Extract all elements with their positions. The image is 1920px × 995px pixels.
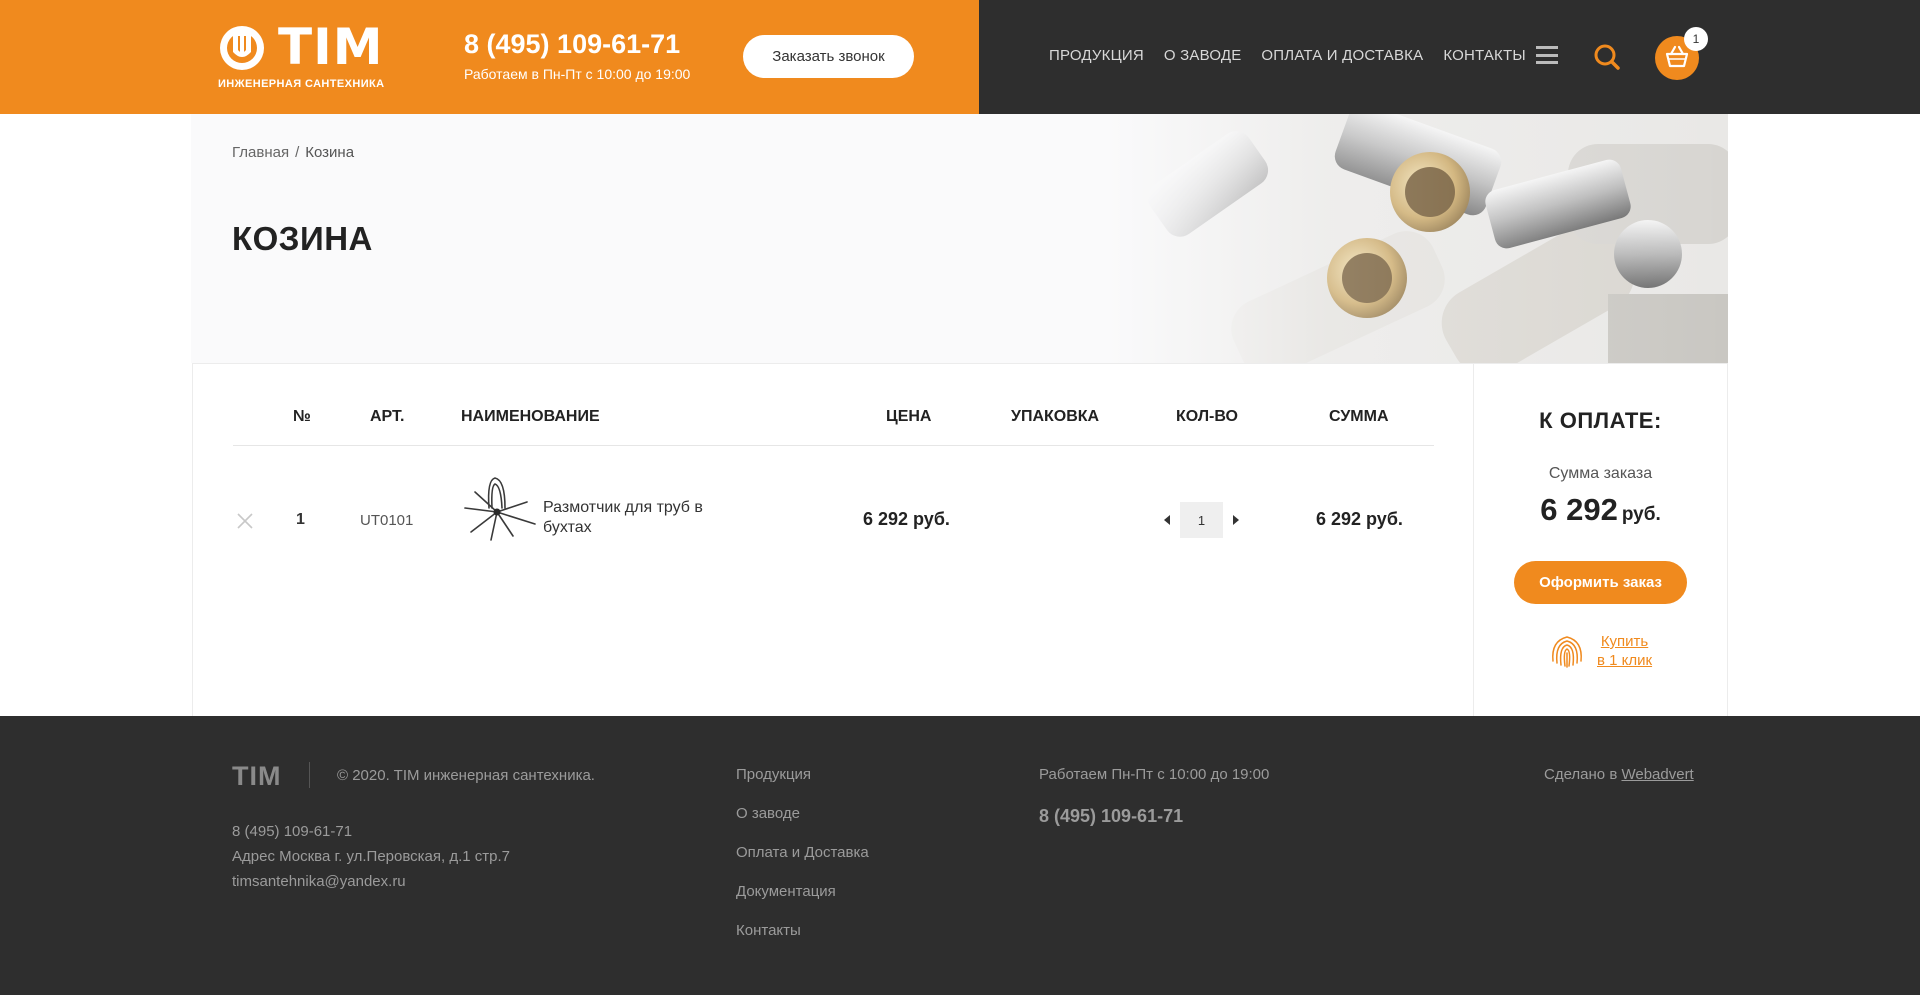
nav-item-about[interactable]: О ЗАВОДЕ: [1164, 47, 1242, 64]
row-product-name-line2: бухтах: [543, 519, 592, 536]
quantity-stepper: [1159, 502, 1244, 538]
col-header-article: АРТ.: [370, 408, 405, 425]
logo-text: TIM: [278, 18, 384, 76]
breadcrumb-home-link[interactable]: Главная: [232, 144, 289, 161]
col-header-number: №: [293, 408, 311, 425]
request-call-button[interactable]: Заказать звонок: [743, 35, 914, 78]
remove-item-icon[interactable]: [236, 512, 254, 530]
buy-one-click-link[interactable]: Купить в 1 клик: [1597, 632, 1652, 670]
site-footer: TIM © 2020. TIM инженерная сантехника. 8…: [0, 716, 1920, 995]
cart-count-badge: 1: [1684, 27, 1708, 51]
logo-mark-icon: [220, 26, 264, 70]
page-hero: Главная / Козина КОЗИНА: [191, 114, 1728, 363]
footer-email[interactable]: timsantehnika@yandex.ru: [232, 869, 510, 894]
col-header-sum: СУММА: [1329, 408, 1389, 425]
search-icon[interactable]: [1592, 42, 1622, 72]
col-header-package: УПАКОВКА: [1011, 408, 1100, 425]
product-thumbnail[interactable]: [461, 474, 537, 544]
row-article: UT0101: [360, 512, 414, 529]
footer-copyright: © 2020. TIM инженерная сантехника.: [337, 767, 595, 784]
row-sum: 6 292 руб.: [1316, 509, 1403, 529]
nav-item-contacts[interactable]: КОНТАКТЫ: [1443, 47, 1526, 64]
footer-phone[interactable]: 8 (495) 109-61-71: [232, 819, 510, 844]
arrow-left-icon: [1164, 515, 1170, 525]
nav-item-products[interactable]: ПРОДУКЦИЯ: [1049, 47, 1144, 64]
summary-amount: 6 292 руб.: [1474, 492, 1727, 528]
cart-table: № АРТ. НАИМЕНОВАНИЕ ЦЕНА УПАКОВКА КОЛ-ВО…: [192, 363, 1473, 716]
page-title: КОЗИНА: [232, 220, 373, 257]
footer-link-products[interactable]: Продукция: [736, 766, 869, 805]
col-header-quantity: КОЛ-ВО: [1176, 408, 1238, 425]
footer-made-by: Сделано в Webadvert: [1544, 766, 1694, 783]
summary-label: Сумма заказа: [1548, 465, 1653, 482]
header-hours: Работаем в Пн-Пт с 10:00 до 19:00: [464, 66, 691, 82]
footer-address: Адрес Москва г. ул.Перовская, д.1 стр.7: [232, 848, 511, 865]
arrow-right-icon: [1233, 515, 1239, 525]
footer-contacts: 8 (495) 109-61-71 Адрес Москва г. ул.Пер…: [232, 819, 510, 894]
row-product-name-line1: Размотчик для труб в: [543, 499, 703, 516]
row-number: 1: [296, 511, 305, 528]
footer-logo[interactable]: TIM: [232, 761, 282, 792]
table-header-divider: [233, 445, 1434, 446]
footer-hours: Работаем Пн-Пт с 10:00 до 19:00: [1039, 766, 1270, 783]
summary-title: К ОПЛАТЕ:: [1539, 408, 1662, 433]
site-logo[interactable]: TIM ИНЖЕНЕРНАЯ САНТЕХНИКА: [218, 18, 388, 90]
col-header-name: НАИМЕНОВАНИЕ: [461, 408, 600, 425]
breadcrumb-separator: /: [295, 144, 300, 161]
footer-link-payment-delivery[interactable]: Оплата и Доставка: [736, 844, 869, 883]
row-price: 6 292 руб.: [863, 509, 950, 529]
checkout-button[interactable]: Оформить заказ: [1514, 561, 1687, 604]
order-summary: К ОПЛАТЕ: Сумма заказа 6 292 руб. Оформит…: [1473, 363, 1728, 716]
buy-one-click-line2: в 1 клик: [1597, 652, 1653, 669]
header-orange-panel: TIM ИНЖЕНЕРНАЯ САНТЕХНИКА 8 (495) 109-61…: [0, 0, 979, 114]
menu-burger-icon[interactable]: [1536, 46, 1558, 64]
footer-logo-divider: [309, 762, 310, 788]
fittings-banner-image: [1108, 114, 1728, 363]
main-nav: ПРОДУКЦИЯ О ЗАВОДЕ ОПЛАТА И ДОСТАВКА КОН…: [1049, 47, 1526, 64]
header-phone[interactable]: 8 (495) 109-61-71: [464, 29, 680, 60]
row-product-name[interactable]: Размотчик для труб в бухтах: [543, 498, 703, 538]
fingerprint-icon: [1552, 636, 1582, 668]
quantity-increase-button[interactable]: [1228, 510, 1244, 530]
footer-link-documentation[interactable]: Документация: [736, 883, 869, 922]
breadcrumb: Главная / Козина: [232, 144, 354, 161]
breadcrumb-current: Козина: [305, 144, 355, 161]
logo-subtitle: ИНЖЕНЕРНАЯ САНТЕХНИКА: [218, 78, 385, 90]
footer-made-prefix: Сделано в: [1544, 766, 1622, 783]
footer-link-about[interactable]: О заводе: [736, 805, 869, 844]
site-header: TIM ИНЖЕНЕРНАЯ САНТЕХНИКА 8 (495) 109-61…: [0, 0, 1920, 114]
buy-one-click-line1: Купить: [1600, 633, 1649, 650]
footer-link-contacts[interactable]: Контакты: [736, 922, 869, 961]
footer-made-link[interactable]: Webadvert: [1621, 766, 1693, 783]
footer-phone-big[interactable]: 8 (495) 109-61-71: [1039, 806, 1183, 827]
nav-item-payment-delivery[interactable]: ОПЛАТА И ДОСТАВКА: [1261, 47, 1423, 64]
quantity-decrease-button[interactable]: [1159, 510, 1175, 530]
quantity-input[interactable]: [1180, 502, 1223, 538]
summary-currency: руб.: [1621, 504, 1661, 525]
col-header-price: ЦЕНА: [886, 408, 932, 425]
buy-one-click[interactable]: Купить в 1 клик: [1547, 631, 1652, 671]
footer-menu: Продукция О заводе Оплата и Доставка Док…: [736, 766, 869, 961]
summary-amount-value: 6 292: [1540, 492, 1618, 527]
